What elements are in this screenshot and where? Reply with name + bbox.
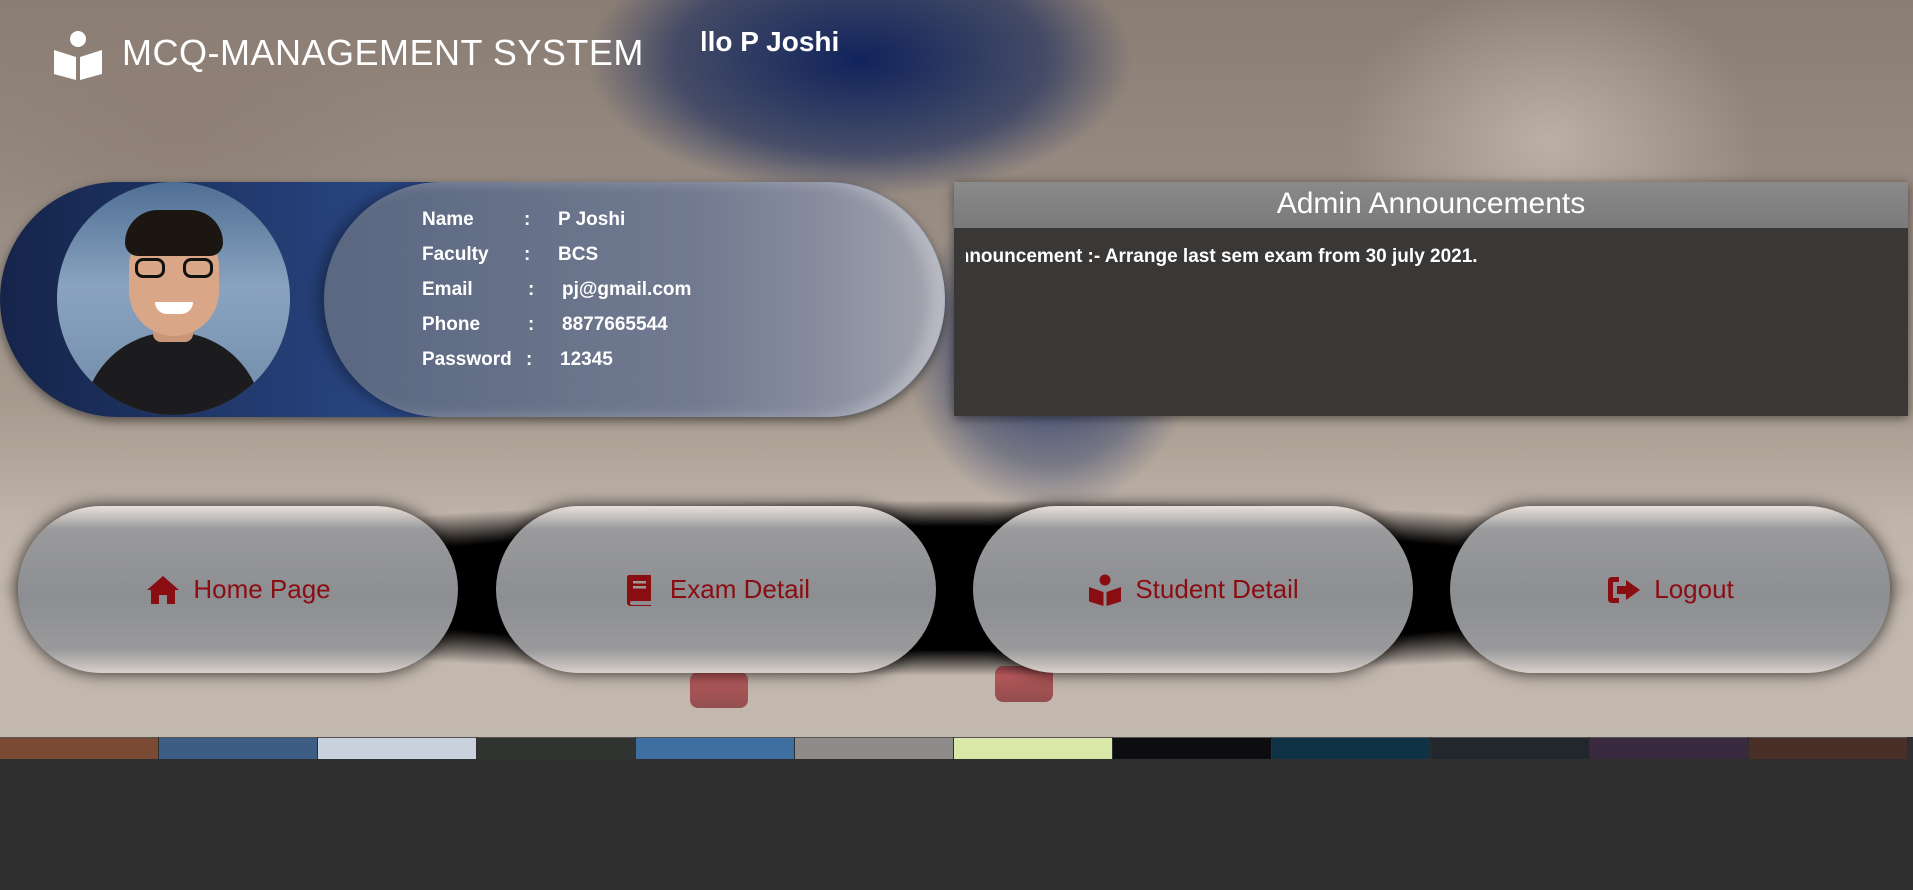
announcement-marquee: Announcement :- Arrange last sem exam fr… — [966, 246, 1896, 286]
info-label: Faculty — [422, 244, 489, 265]
info-label: Name — [422, 209, 474, 230]
exam-detail-button[interactable]: Exam Detail — [496, 506, 936, 673]
info-value: 12345 — [560, 349, 613, 370]
background-thumbnail[interactable] — [159, 737, 317, 759]
announcements-title: Admin Announcements — [954, 182, 1908, 228]
book-icon — [626, 574, 651, 606]
avatar — [57, 182, 290, 415]
info-separator: : — [528, 279, 535, 300]
background-thumbnail[interactable] — [0, 737, 158, 759]
background-thumbnail[interactable] — [1113, 737, 1271, 759]
info-label: Email — [422, 279, 473, 300]
info-value: BCS — [558, 244, 599, 265]
book-reader-icon — [54, 31, 102, 80]
background-thumbnail[interactable] — [1749, 737, 1907, 759]
info-label: Password — [422, 349, 512, 370]
exam-detail-label: Exam Detail — [669, 574, 811, 604]
header: MCQ-MANAGEMENT SYSTEM Hello P Joshi — [0, 0, 1913, 100]
student-detail-label: Student Detail — [1135, 574, 1299, 604]
profile-card: Name : P Joshi Faculty : BCS Email : pj@… — [0, 182, 945, 417]
info-separator: : — [524, 244, 531, 265]
info-separator: : — [526, 349, 533, 370]
background-thumbnail[interactable] — [954, 737, 1112, 759]
background-thumbnail[interactable] — [1272, 737, 1430, 759]
info-separator: : — [524, 209, 531, 230]
home-icon — [147, 575, 180, 604]
book-reader-icon — [1089, 574, 1122, 606]
home-page-button[interactable]: Home Page — [18, 506, 458, 673]
profile-details: Name : P Joshi Faculty : BCS Email : pj@… — [324, 182, 944, 417]
background-thumbnail[interactable] — [1590, 737, 1748, 759]
home-page-label: Home Page — [193, 574, 331, 604]
info-value: P Joshi — [558, 209, 626, 230]
info-value: 8877665544 — [562, 314, 668, 335]
info-separator: : — [528, 314, 535, 335]
background-thumbnail[interactable] — [1431, 737, 1589, 759]
background-thumbnail[interactable] — [795, 737, 953, 759]
background-thumbnail[interactable] — [318, 737, 476, 759]
logout-button[interactable]: Logout — [1450, 506, 1890, 673]
announcements-panel: Admin Announcements Announcement :- Arra… — [954, 182, 1908, 416]
background-thumbnail[interactable] — [636, 737, 794, 759]
red-dice-decoration — [690, 672, 748, 708]
info-value: pj@gmail.com — [562, 279, 692, 300]
announcement-text: Announcement :- Arrange last sem exam fr… — [966, 246, 1478, 267]
welcome-text: Hello P Joshi — [702, 26, 840, 57]
info-label: Phone — [422, 314, 481, 335]
app-title: MCQ-MANAGEMENT SYSTEM — [122, 32, 644, 73]
background-thumbnail[interactable] — [477, 737, 635, 759]
student-detail-button[interactable]: Student Detail — [973, 506, 1413, 673]
logout-label: Logout — [1654, 574, 1734, 604]
sign-out-icon — [1608, 576, 1641, 603]
welcome-marquee: Hello P Joshi — [702, 22, 922, 66]
thumbnail-strip — [0, 737, 1913, 759]
